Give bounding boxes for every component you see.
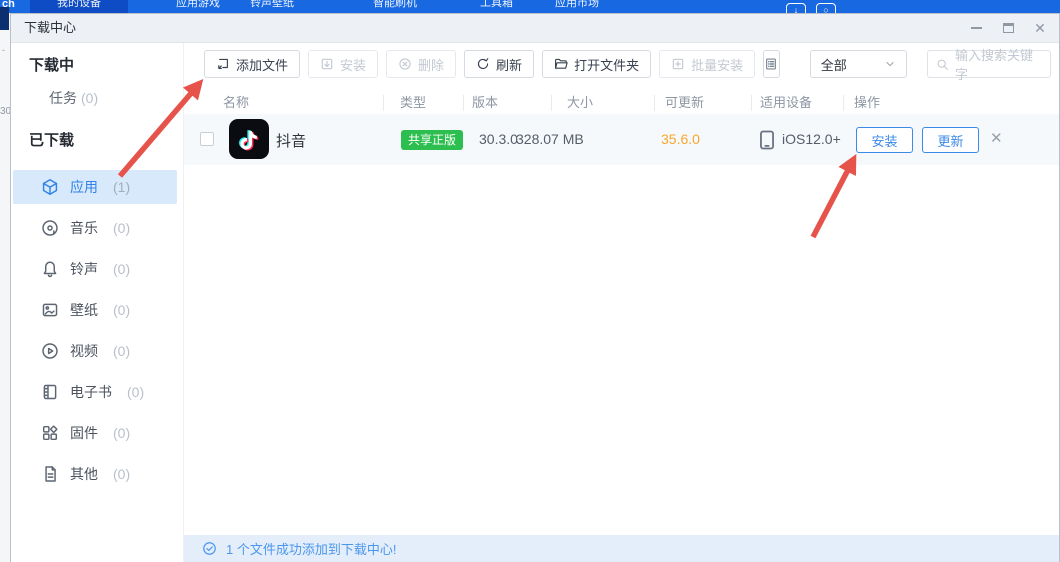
title-bar: 下载中心 ✕	[11, 14, 1059, 43]
sidebar-item-music[interactable]: 音乐(0)	[13, 211, 177, 245]
column-device: 适用设备	[751, 95, 843, 111]
refresh-icon	[476, 57, 490, 71]
search-input[interactable]: 输入搜索关键字	[927, 50, 1051, 78]
tiktok-app-icon	[229, 119, 269, 159]
add-file-button[interactable]: 添加文件	[204, 50, 300, 78]
column-updatable: 可更新	[654, 95, 751, 111]
list-view-button[interactable]	[763, 50, 780, 78]
column-version: 版本	[463, 95, 551, 111]
sidebar: 下载中 任务(0) 已下载 应用(1) 音乐(0) 铃声(0)	[11, 43, 184, 562]
background-app-bar: ch 我的设备 应用游戏 铃声壁纸 智能刷机 工具箱 应用市场 ↓ ○	[0, 0, 1060, 13]
bg-partial-text: 30	[0, 106, 10, 117]
device-compatibility: iOS12.0+	[782, 131, 841, 147]
bg-tab-toolbox[interactable]: 工具箱	[480, 0, 513, 13]
bg-tab-market[interactable]: 应用市场	[555, 0, 599, 13]
app-size: 328.07 MB	[516, 131, 584, 147]
folder-icon	[554, 57, 568, 71]
sidebar-item-firmware[interactable]: 固件(0)	[13, 416, 177, 450]
bg-tab-flash[interactable]: 智能刷机	[373, 0, 417, 13]
refresh-button[interactable]: 刷新	[464, 50, 534, 78]
delete-button[interactable]: 删除	[386, 50, 456, 78]
bg-chevron: ˬ	[2, 41, 5, 51]
book-icon	[41, 383, 59, 401]
toolbar: 添加文件 安装 删除 刷新 打开文件夹	[204, 50, 1051, 78]
check-circle-icon	[202, 541, 217, 556]
sidebar-item-videos[interactable]: 视频(0)	[13, 334, 177, 368]
install-button[interactable]: 安装	[308, 50, 378, 78]
filter-dropdown-value: 全部	[821, 55, 847, 74]
table-header: 名称 类型 版本 大小 可更新 适用设备 操作	[184, 90, 1059, 116]
open-folder-button[interactable]: 打开文件夹	[542, 50, 651, 78]
search-icon	[936, 58, 949, 71]
add-file-icon	[216, 57, 230, 71]
close-icon: ✕	[1034, 21, 1046, 35]
app-version: 30.3.0	[479, 131, 518, 147]
chevron-down-icon	[884, 58, 896, 70]
bell-icon	[41, 260, 59, 278]
maximize-button[interactable]	[999, 19, 1017, 37]
batch-install-button[interactable]: 批量安装	[659, 50, 755, 78]
sidebar-item-apps[interactable]: 应用(1)	[13, 170, 177, 204]
search-placeholder: 输入搜索关键字	[955, 45, 1042, 83]
list-icon	[764, 57, 778, 71]
bg-tab-apps[interactable]: 应用游戏	[176, 0, 220, 13]
grid-icon	[41, 424, 59, 442]
file-icon	[41, 465, 59, 483]
status-bar: 1 个文件成功添加到下载中心!	[184, 535, 1059, 562]
sidebar-item-others[interactable]: 其他(0)	[13, 457, 177, 491]
column-type: 类型	[383, 95, 463, 111]
table-row: 抖音 共享正版 30.3.0 328.07 MB 35.6.0 iOS12.0+…	[184, 114, 1059, 165]
delete-icon	[398, 57, 412, 71]
app-name: 抖音	[276, 130, 306, 151]
column-actions: 操作	[843, 95, 1059, 111]
section-downloading: 下载中	[29, 54, 74, 75]
sidebar-item-tasks[interactable]: 任务(0)	[49, 88, 98, 108]
bg-tab-ringtones[interactable]: 铃声壁纸	[250, 0, 294, 13]
batch-install-icon	[671, 57, 685, 71]
row-update-button[interactable]: 更新	[922, 127, 979, 153]
sidebar-item-wallpapers[interactable]: 壁纸(0)	[13, 293, 177, 327]
phone-icon	[756, 128, 778, 152]
download-center-window: 下载中心 ✕ 下载中 任务(0) 已下载 应用(1) 音乐(0)	[10, 13, 1060, 562]
play-icon	[41, 342, 59, 360]
column-size: 大小	[551, 95, 654, 111]
bg-logo-block	[0, 7, 9, 30]
minimize-button[interactable]	[967, 19, 985, 37]
close-button[interactable]: ✕	[1031, 19, 1049, 37]
column-name: 名称	[184, 95, 383, 111]
install-icon	[320, 57, 334, 71]
status-message: 1 个文件成功添加到下载中心!	[226, 539, 396, 558]
row-checkbox[interactable]	[200, 132, 214, 146]
sidebar-item-ringtones[interactable]: 铃声(0)	[13, 252, 177, 286]
cube-icon	[41, 178, 59, 196]
ring-icon[interactable]: ○	[816, 3, 836, 13]
row-install-button[interactable]: 安装	[856, 127, 913, 153]
download-icon[interactable]: ↓	[786, 3, 806, 13]
maximize-icon	[1003, 23, 1014, 33]
bg-tab-my-device[interactable]: 我的设备	[30, 0, 128, 13]
sidebar-item-ebooks[interactable]: 电子书(0)	[13, 375, 177, 409]
image-icon	[41, 301, 59, 319]
window-title: 下载中心	[24, 14, 76, 42]
disc-icon	[41, 219, 59, 237]
section-downloaded: 已下载	[29, 129, 74, 150]
updatable-version: 35.6.0	[661, 131, 700, 147]
license-badge: 共享正版	[401, 130, 463, 150]
main-panel: 添加文件 安装 删除 刷新 打开文件夹	[184, 43, 1059, 562]
filter-dropdown[interactable]: 全部	[810, 50, 907, 78]
row-remove-icon[interactable]: ✕	[990, 129, 1003, 147]
minimize-icon	[971, 27, 982, 29]
background-edge: ˬ 30	[0, 13, 10, 562]
